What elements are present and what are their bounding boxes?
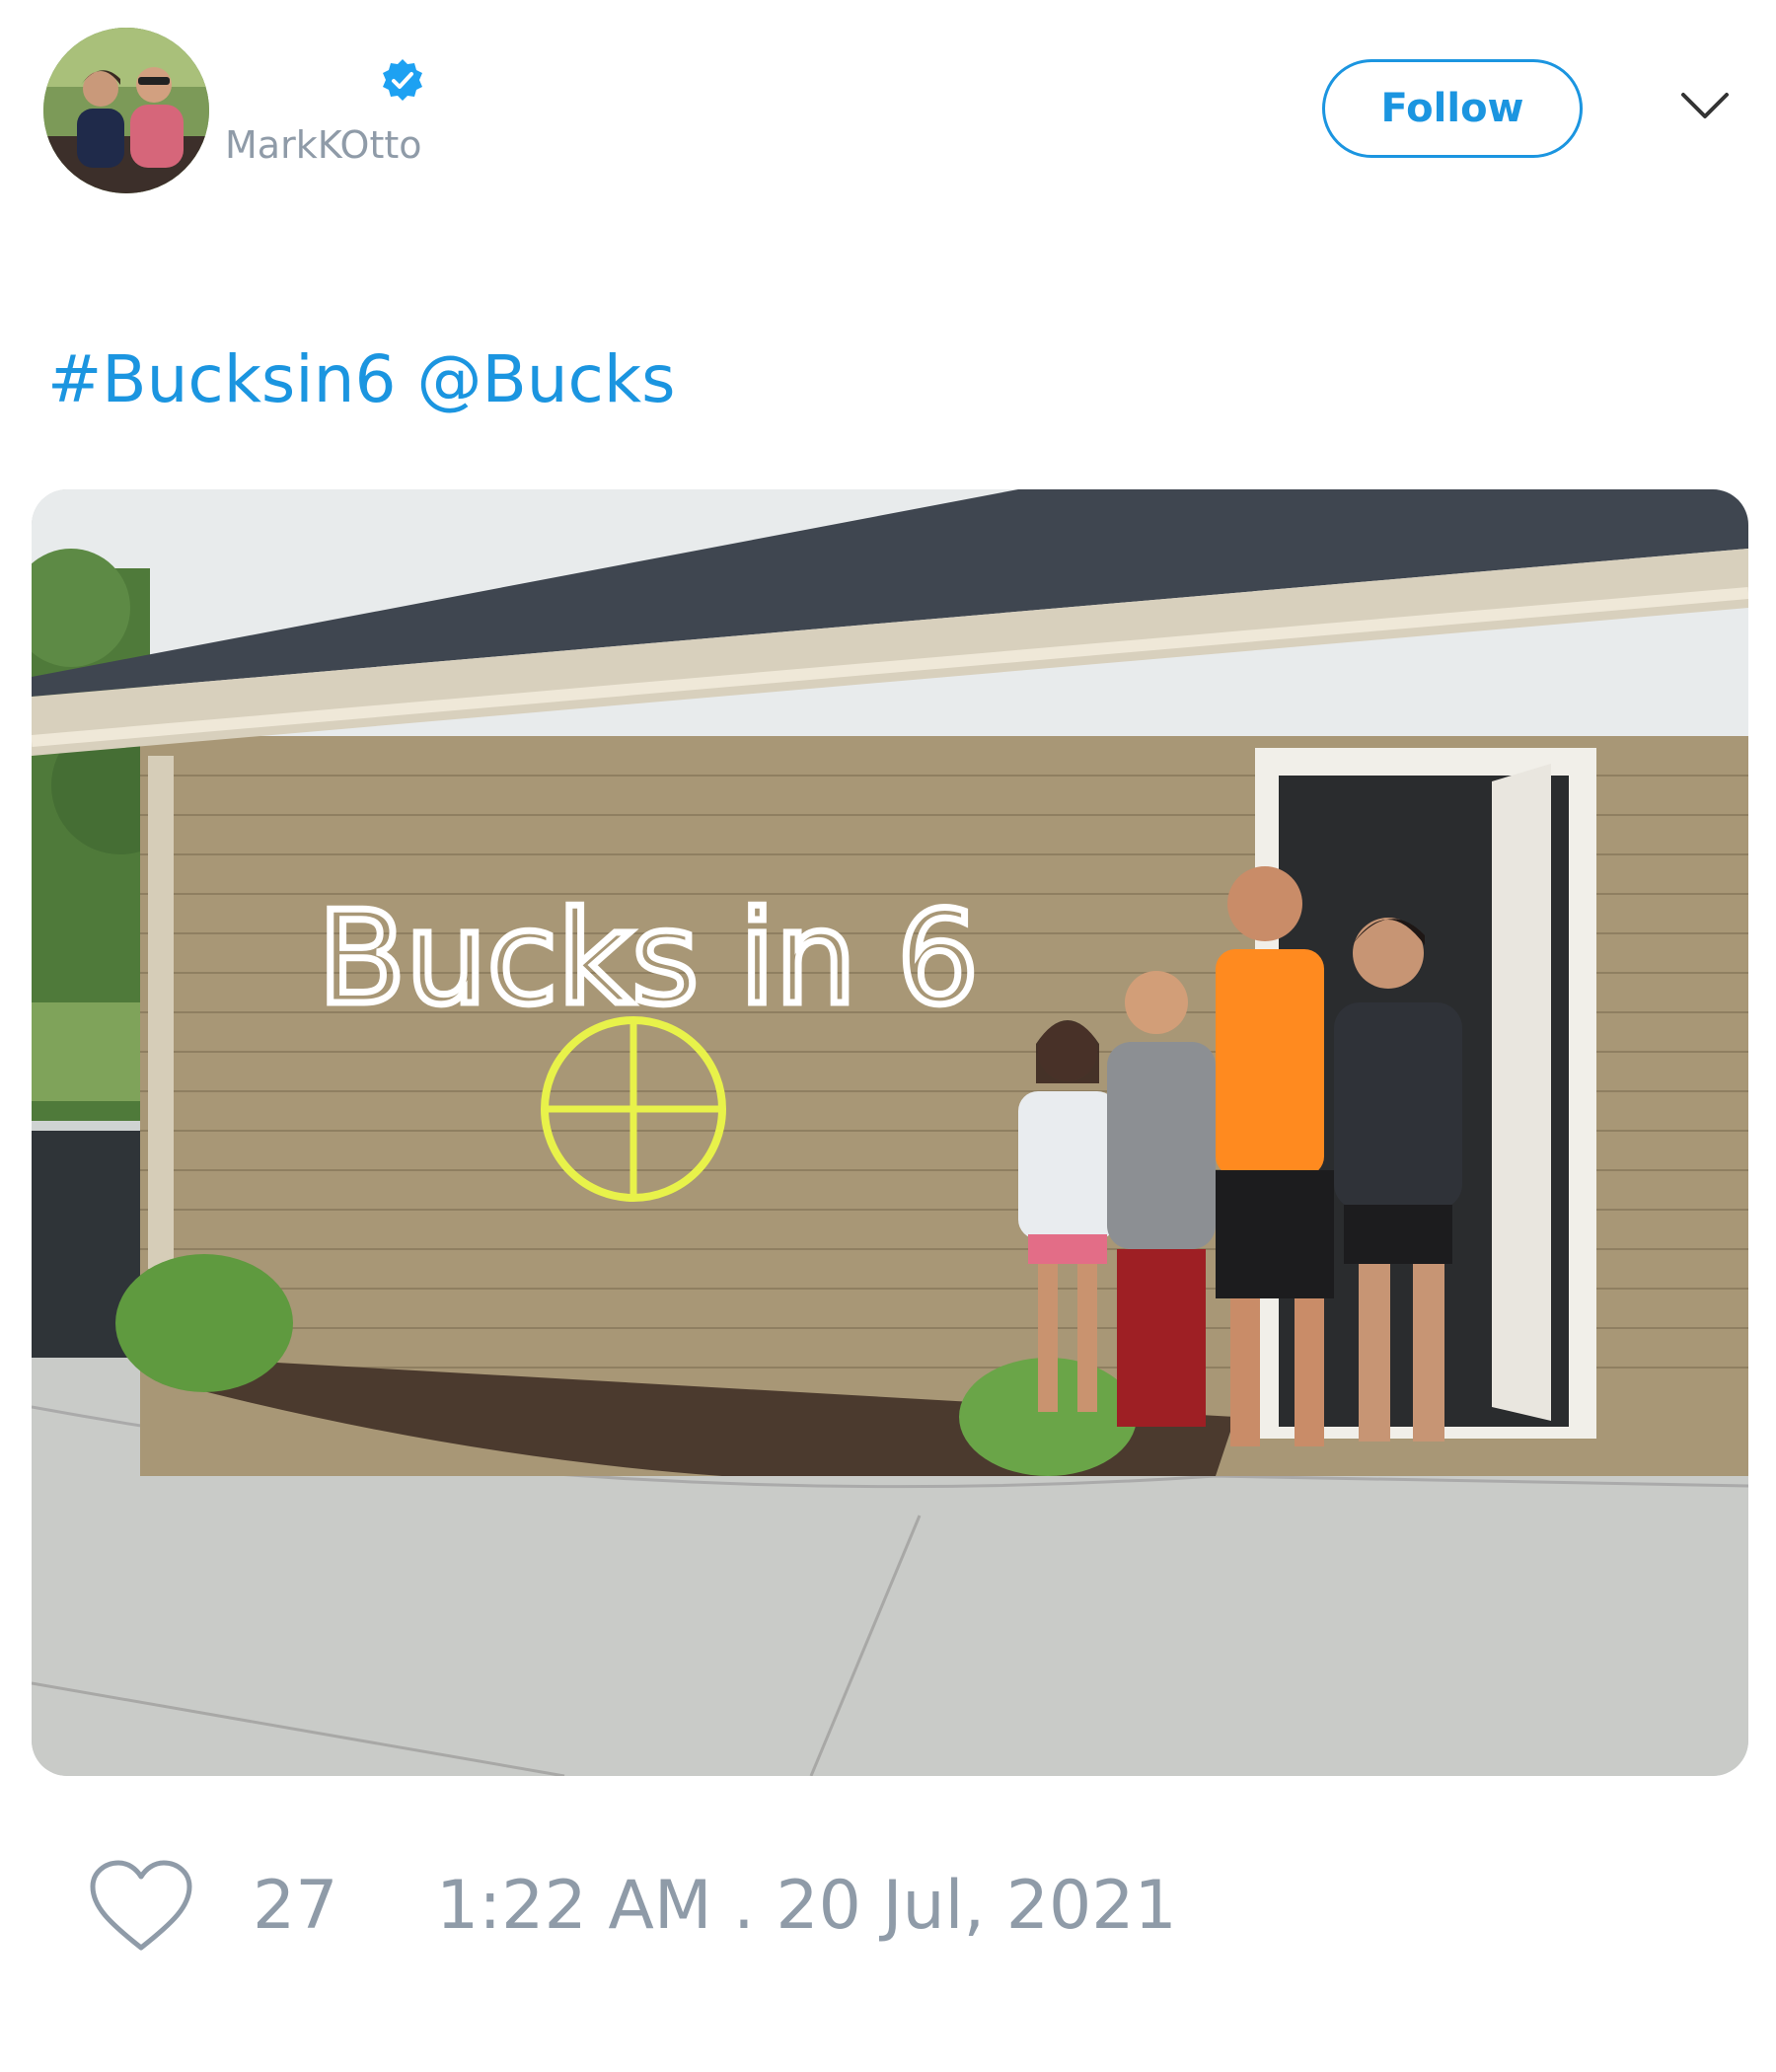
chevron-down-icon[interactable] [1677,87,1733,126]
mention-link[interactable]: @Bucks [416,341,675,417]
tweet-timestamp[interactable]: 1:22 AM . 20 Jul, 2021 [436,1873,1177,1940]
graffiti-text: Bucks in 6 [318,883,979,1033]
hashtag-link[interactable]: #Bucksin6 [47,341,396,417]
heart-icon[interactable] [89,1859,193,1954]
avatar[interactable] [43,28,209,193]
tweet-text: #Bucksin6 @Bucks [47,347,675,412]
like-count: 27 [253,1867,338,1945]
tweet-photo[interactable]: Bucks in 6 [32,489,1748,1776]
follow-button[interactable]: Follow [1322,59,1583,158]
verified-badge-icon [379,57,426,105]
user-handle[interactable]: MarkKOtto [225,126,422,164]
garage-photo: Bucks in 6 [32,489,1748,1776]
avatar-image [43,28,209,193]
